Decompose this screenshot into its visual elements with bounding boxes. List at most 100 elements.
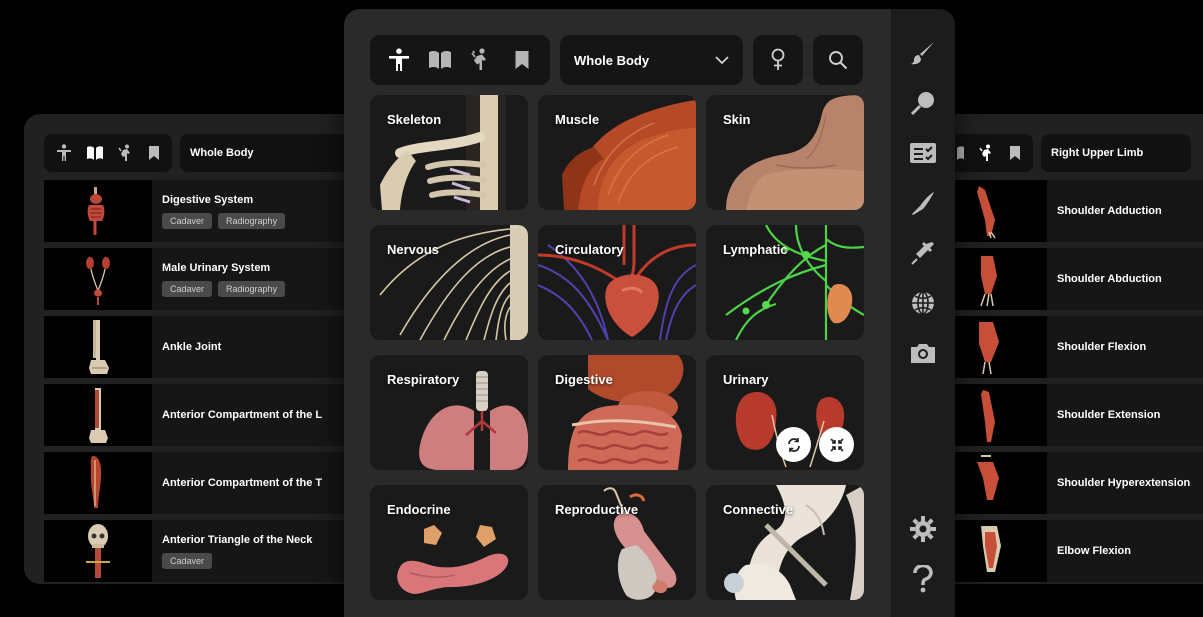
system-tile-respiratory[interactable]: Respiratory (370, 355, 528, 470)
view-mode-group (370, 35, 550, 85)
help-button[interactable] (905, 561, 941, 597)
collapse-button[interactable] (819, 427, 854, 462)
book-icon (428, 50, 451, 69)
rotate-icon (787, 437, 800, 452)
system-label: Digestive (555, 372, 613, 387)
sex-toggle-button[interactable] (753, 35, 803, 85)
inject-tool-button[interactable] (905, 235, 941, 271)
item-title: Shoulder Hyperextension (1057, 477, 1191, 489)
system-label: Reproductive (555, 502, 639, 517)
list-item[interactable]: Male Urinary System Cadaver Radiography (44, 248, 384, 310)
system-grid: Skeleton Muscle Skin Nervous Circulatory… (370, 95, 865, 600)
item-title: Shoulder Extension (1057, 409, 1161, 421)
list-item[interactable]: Anterior Compartment of the L (44, 384, 384, 446)
region-label: Whole Body (574, 52, 650, 68)
brush-icon (911, 42, 934, 65)
main-panel: Whole Body Skeleton Muscle Skin Nervous … (344, 9, 955, 617)
settings-button[interactable] (905, 511, 941, 547)
snapshot-tool-button[interactable] (905, 335, 941, 371)
body-mode-button[interactable] (382, 43, 416, 77)
list-item[interactable]: Elbow Flexion (935, 520, 1203, 582)
system-label: Muscle (555, 112, 600, 127)
bookmark-mode-button[interactable] (505, 43, 539, 77)
item-title: Elbow Flexion (1057, 545, 1131, 557)
system-tile-nervous[interactable]: Nervous (370, 225, 528, 340)
system-tile-muscle[interactable]: Muscle (538, 95, 696, 210)
list-item[interactable]: Shoulder Extension (935, 384, 1203, 446)
system-tile-lymphatic[interactable]: Lymphatic (706, 225, 864, 340)
system-label: Endocrine (387, 502, 451, 517)
system-tile-skin[interactable]: Skin (706, 95, 864, 210)
list-item[interactable]: Anterior Triangle of the Neck Cadaver (44, 520, 384, 582)
bookmark-icon (515, 51, 528, 69)
system-label: Lymphatic (723, 242, 788, 257)
paint-tool-button[interactable] (905, 35, 941, 71)
system-label: Skin (723, 112, 751, 127)
body-icon[interactable] (56, 144, 72, 162)
book-mode-button[interactable] (423, 43, 457, 77)
item-title: Shoulder Adduction (1057, 205, 1162, 217)
dissect-tool-button[interactable] (905, 185, 941, 221)
gear-icon (910, 516, 936, 542)
movement-icon[interactable] (118, 144, 134, 162)
item-thumbnail (44, 316, 152, 378)
list-item[interactable]: Ankle Joint (44, 316, 384, 378)
bookmark-icon[interactable] (148, 145, 160, 161)
system-tile-digestive[interactable]: Digestive (538, 355, 696, 470)
region-select[interactable]: Whole Body (560, 35, 743, 85)
tag-cadaver[interactable]: Cadaver (162, 280, 213, 297)
list-item[interactable]: Shoulder Flexion (935, 316, 1203, 378)
system-tile-circulatory[interactable]: Circulatory (538, 225, 696, 340)
right-toolbar: Right Upper Limb (935, 134, 1191, 172)
left-content-panel: Whole Body Digestive System Cadaver Radi… (24, 114, 384, 584)
system-label: Nervous (387, 242, 440, 257)
book-icon[interactable] (86, 145, 104, 161)
system-tile-reproductive[interactable]: Reproductive (538, 485, 696, 600)
scalpel-icon (912, 192, 934, 215)
system-tile-urinary[interactable]: Urinary (706, 355, 864, 470)
rotate-button[interactable] (776, 427, 811, 462)
search-icon (829, 51, 848, 70)
system-label: Connective (723, 502, 794, 517)
right-content-panel: Right Upper Limb Shoulder Adduction Shou… (935, 114, 1203, 584)
right-region-select[interactable]: Right Upper Limb (1041, 134, 1191, 172)
system-tile-connective[interactable]: Connective (706, 485, 864, 600)
left-mode-group (44, 134, 172, 172)
list-item[interactable]: Shoulder Hyperextension (935, 452, 1203, 514)
quiz-icon (910, 143, 936, 163)
chevron-down-icon (715, 56, 729, 64)
tool-rail (891, 9, 955, 617)
system-tile-skeleton[interactable]: Skeleton (370, 95, 528, 210)
body-icon (388, 48, 409, 71)
quiz-tool-button[interactable] (905, 135, 941, 171)
female-icon (771, 48, 785, 70)
search-button[interactable] (813, 35, 863, 85)
system-label: Skeleton (387, 112, 442, 127)
item-thumbnail (44, 248, 152, 310)
globe-icon (912, 291, 934, 315)
left-toolbar: Whole Body (44, 134, 380, 172)
globe-tool-button[interactable] (905, 285, 941, 321)
system-label: Respiratory (387, 372, 460, 387)
bookmark-icon[interactable] (1009, 145, 1021, 161)
tag-cadaver[interactable]: Cadaver (162, 212, 213, 229)
item-thumbnail (44, 180, 152, 242)
list-item[interactable]: Anterior Compartment of the T (44, 452, 384, 514)
tag-radiography[interactable]: Radiography (218, 280, 286, 297)
item-thumbnail (44, 452, 152, 514)
zoom-tool-button[interactable] (905, 85, 941, 121)
tag-radiography[interactable]: Radiography (218, 212, 286, 229)
help-icon (913, 565, 933, 593)
collapse-icon (829, 437, 844, 452)
main-toolbar: Whole Body (370, 35, 863, 85)
system-tile-endocrine[interactable]: Endocrine (370, 485, 528, 600)
camera-icon (911, 344, 935, 363)
right-region-label: Right Upper Limb (1051, 147, 1144, 159)
tag-cadaver[interactable]: Cadaver (162, 552, 213, 569)
item-thumbnail (44, 520, 152, 582)
list-item[interactable]: Digestive System Cadaver Radiography (44, 180, 384, 242)
list-item[interactable]: Shoulder Abduction (935, 248, 1203, 310)
list-item[interactable]: Shoulder Adduction (935, 180, 1203, 242)
movement-icon[interactable] (979, 144, 995, 162)
movement-mode-button[interactable] (464, 43, 498, 77)
